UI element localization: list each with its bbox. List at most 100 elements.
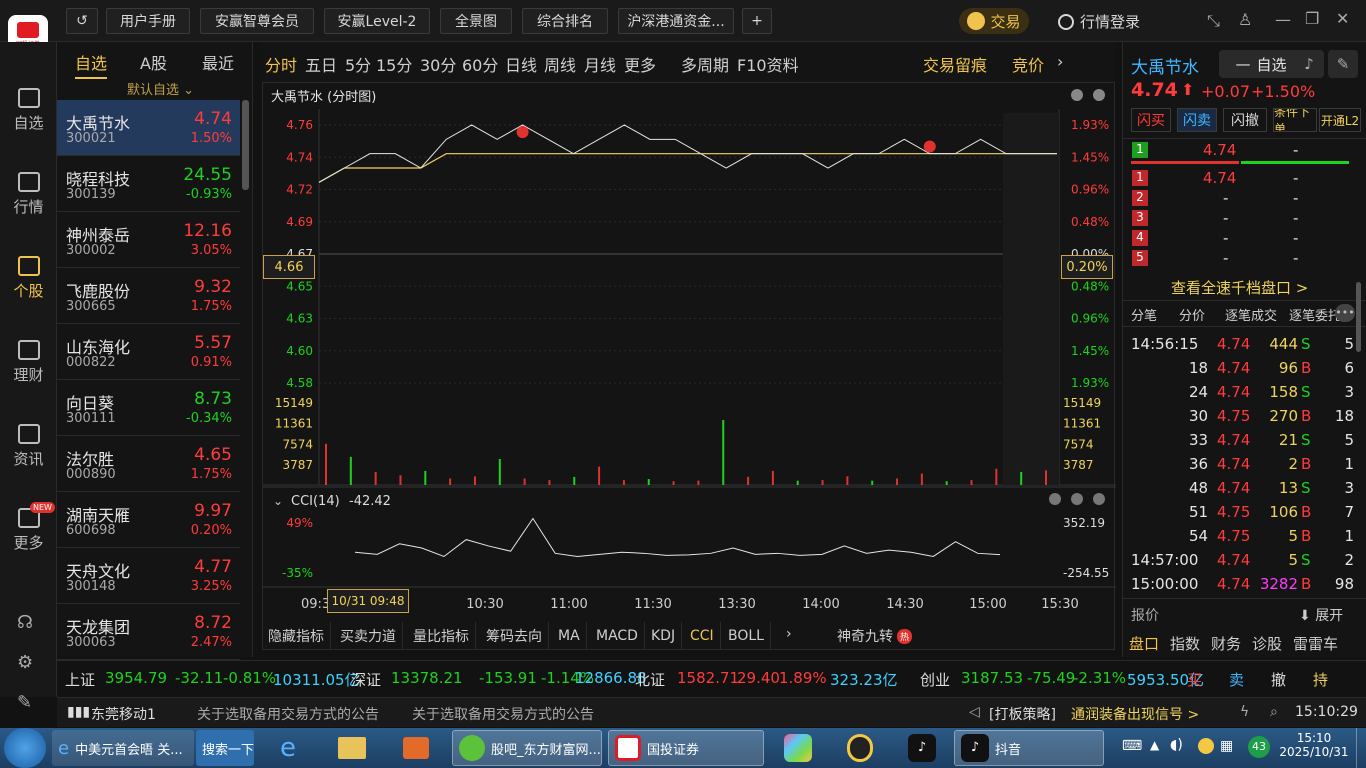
skin-icon[interactable]: ♙ [1238,10,1252,29]
indicator-tab[interactable]: MACD [590,622,645,650]
network-tray-icon[interactable]: ▦ [1220,738,1233,754]
watchlist-row[interactable]: 神州泰岳 300002 12.16 3.05% [57,212,240,268]
period-tab[interactable]: 周线 [544,52,576,76]
pencil-icon[interactable]: ✎ [1328,50,1358,78]
index-name[interactable]: 北证 [635,669,665,690]
task-app-grid[interactable] [772,730,824,766]
watchlist-row[interactable]: 晓程科技 300139 24.55 -0.93% [57,156,240,212]
task-guotou-window[interactable]: 国投证券 [608,730,764,766]
tab-watchlist[interactable]: 自选 [75,50,108,79]
search-icon[interactable]: ⌕ [1270,704,1278,720]
level2-button[interactable]: 安赢Level-2 [324,8,430,34]
indicator-tab[interactable]: MA [552,622,587,650]
period-tab[interactable]: 日线 [505,52,537,76]
expand-button[interactable]: ⬇ 展开 [1299,605,1343,625]
tray-up-icon[interactable]: ▲ [1150,738,1159,752]
indicator-tab[interactable]: 筹码去向 [480,622,549,650]
conditional-order-button[interactable]: 条件下单 [1273,108,1317,132]
index-name[interactable]: 上证 [65,669,95,690]
minimize-icon[interactable]: — [1275,10,1291,29]
group-selector[interactable]: 默认自选 ⌄ [127,79,194,98]
hk-connect-button[interactable]: 沪深港通资金... [618,8,734,34]
indicator-tab[interactable]: BOLL [722,622,771,650]
indicator-tab[interactable]: 买卖力道 [334,622,403,650]
bottom-tab[interactable]: 财务 [1211,633,1241,654]
nav-more[interactable]: 更多 [0,508,57,553]
ticks-tab[interactable]: 分价 [1179,305,1205,324]
watchlist-row[interactable]: 天龙集团 300063 8.72 2.47% [57,604,240,660]
auction-tab[interactable]: 竞价 [1012,52,1044,76]
nav-market[interactable]: 行情 [0,172,57,217]
ticks-tab[interactable]: 逐笔委托 [1289,305,1341,324]
period-tab[interactable]: 30分 [420,52,456,76]
index-name[interactable]: 创业 [920,669,950,690]
watchlist-row[interactable]: 大禹节水 300021 4.74 1.50% [57,100,240,156]
indicator-tab[interactable]: CCI [684,622,721,650]
period-tab[interactable]: F10资料 [737,52,799,76]
close-icon[interactable]: ✕ [1336,9,1349,28]
notice-2[interactable]: 关于选取备用交易方式的公告 [412,704,594,724]
ticks-tab[interactable]: 分笔 [1131,305,1157,324]
add-watch-button[interactable]: — 自选 [1219,50,1303,78]
tab-recent[interactable]: 最近 [202,50,234,74]
maximize-icon[interactable]: ❐ [1305,9,1319,28]
zoom-in-icon[interactable] [1071,89,1083,101]
watchlist-row[interactable]: 山东海化 000822 5.57 0.91% [57,324,240,380]
indicator-tab[interactable]: 隐藏指标 [262,622,331,650]
task-media[interactable] [390,730,442,766]
bottom-tab[interactable]: 诊股 [1252,633,1282,654]
more-options-icon[interactable]: ••• [1335,304,1355,322]
bottom-tab[interactable]: 指数 [1170,633,1200,654]
nav-watchlist[interactable]: 自选 [0,88,57,133]
news-link[interactable]: 通润装备出现信号 > [1071,704,1199,724]
task-ie-pinned[interactable]: e [262,730,314,766]
next-arrow-icon[interactable]: › [1057,52,1063,71]
flash-sell-button[interactable]: 闪卖 [1177,108,1217,132]
watchlist-row[interactable]: 天舟文化 300148 4.77 3.25% [57,548,240,604]
back-icon[interactable]: ↺ [66,8,98,34]
full-depth-link[interactable]: 查看全速千档盘口 > [1171,277,1308,298]
bottom-tab[interactable]: 盘口 [1129,633,1159,654]
bottom-tab[interactable]: 雷雷车 [1293,633,1338,654]
quote-scrollbar[interactable] [1356,282,1361,352]
nav-news[interactable]: 资讯 [0,424,57,469]
tray-app-icon[interactable] [1198,738,1214,754]
period-tab[interactable]: 15分 [376,52,412,76]
lightning-icon[interactable]: ϟ [1240,704,1249,720]
watchlist-row[interactable]: 向日葵 300111 8.73 -0.34% [57,380,240,436]
vip-button[interactable]: 安赢智尊会员 [200,8,314,34]
ranking-button[interactable]: 综合排名 [522,8,608,34]
start-button[interactable] [4,728,46,768]
ticks-tab[interactable]: 逐笔成交 [1225,305,1277,324]
nav-finance[interactable]: 理财 [0,340,57,385]
tab-a-share[interactable]: A股 [140,50,167,74]
task-guba-window[interactable]: 股吧_东方财富网... [452,730,602,766]
task-ie-window[interactable]: e 中美元首会晤 关... [52,730,194,766]
period-tab[interactable]: 月线 [584,52,616,76]
show-desktop-button[interactable] [1356,728,1366,768]
task-search[interactable]: 搜索一下 [196,730,254,766]
task-explorer[interactable] [326,730,378,766]
task-douyin-pinned[interactable]: ♪ [896,730,948,766]
magic-nine-tab[interactable]: 神奇九转 热 [837,622,913,650]
indicator-tab[interactable]: 量比指标 [407,622,476,650]
trade-trace-tab[interactable]: 交易留痕 [923,52,987,76]
quick-trade-button[interactable]: 卖 [1229,669,1244,690]
zoom-out-icon[interactable] [1093,89,1105,101]
keyboard-icon[interactable]: ⌨ [1122,738,1142,754]
settings-icon[interactable]: ⚙ [17,652,33,673]
login-button[interactable]: 行情登录 [1058,11,1140,32]
trade-button[interactable]: 交易 [959,8,1029,34]
quick-trade-button[interactable]: 撤 [1271,669,1286,690]
network-label[interactable]: 东莞移动1 [91,704,156,724]
intraday-chart[interactable]: 大禹节水 (分时图) 4.76 1.93% 4.74 1.45% 4.72 0.96% 4.… [263,83,1116,623]
quick-trade-button[interactable]: 持 [1313,669,1328,690]
edit-icon[interactable]: ✎ [17,692,32,713]
index-name[interactable]: 深证 [351,669,381,690]
headset-icon[interactable]: ☊ [17,612,33,633]
period-tab[interactable]: 分时 [265,52,297,76]
watchlist-scrollbar[interactable] [242,100,249,190]
tabs-next-icon[interactable]: › [786,626,792,642]
period-tab[interactable]: 5分 [345,52,371,76]
volume-icon[interactable]: ◖) [1170,737,1183,753]
